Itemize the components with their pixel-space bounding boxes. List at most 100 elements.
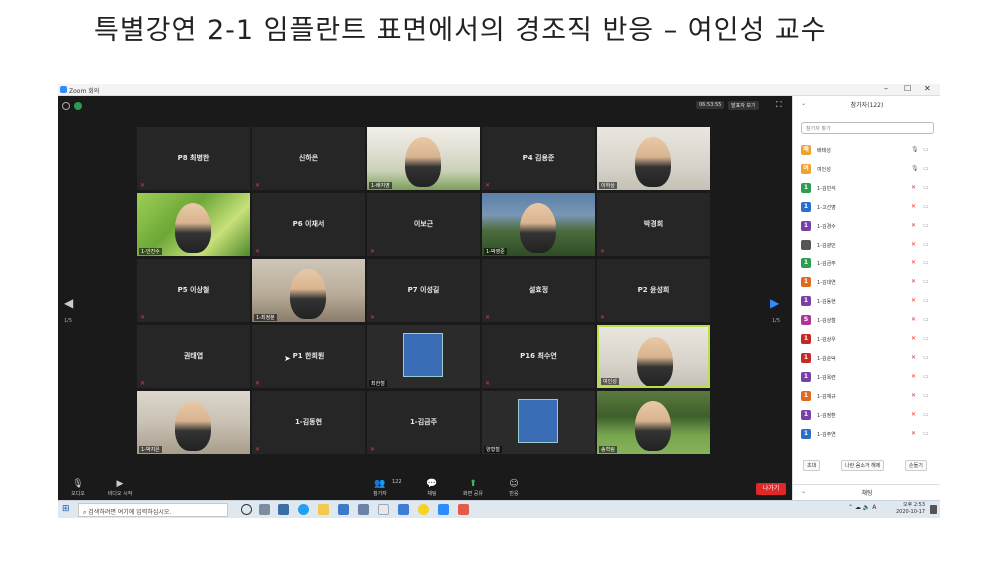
video-tile[interactable]: 여인성	[597, 325, 710, 388]
chat-button[interactable]: 💬 채팅	[414, 479, 450, 497]
raise-hand-button[interactable]: 손들기	[905, 460, 927, 471]
video-tile[interactable]: 설효정 ✕	[482, 259, 595, 322]
participant-row[interactable]: S 1-김상철 ✕ ▭	[801, 312, 933, 328]
muted-microphone-icon: ✕	[911, 372, 917, 380]
speaker-view-button[interactable]: 발표자 보기	[728, 101, 759, 110]
invite-button[interactable]: 초대	[803, 460, 821, 471]
minimize-icon[interactable]: –	[884, 84, 888, 93]
tile-video-label: 1-배지영	[369, 182, 392, 189]
tile-participant-name: P6 이재서	[292, 220, 325, 228]
microphone-icon: 🎙	[72, 479, 84, 489]
video-tile[interactable]: 권태엽 ✕	[137, 325, 250, 388]
tile-participant-name: P7 이성길	[407, 286, 440, 294]
participant-search-input[interactable]: 참가자 찾기	[801, 122, 934, 134]
participant-row[interactable]: 1 1-김재규 ✕ ▭	[801, 388, 933, 404]
video-button[interactable]: ▶ 비디오 시작	[102, 479, 138, 497]
participant-name: 1-김대연	[817, 280, 836, 287]
reactions-label: 반응	[509, 491, 519, 497]
fullscreen-icon[interactable]: ⛶	[776, 100, 782, 110]
zoom-logo-icon	[60, 86, 67, 93]
video-tile[interactable]: 송혁림	[597, 391, 710, 454]
reactions-icon: ☺	[509, 479, 519, 489]
app-icon-1[interactable]	[278, 504, 289, 515]
chrome-icon[interactable]	[378, 504, 389, 515]
leave-meeting-button[interactable]: 나가기	[756, 483, 786, 495]
participant-row[interactable]: 여 여인성 🎙 ▭	[801, 161, 933, 177]
participant-row[interactable]: 1 1-김주연 ✕ ▭	[801, 426, 933, 442]
system-tray[interactable]: ⌃ ☁ 🔈 A	[848, 504, 876, 511]
participants-count: 122	[392, 479, 402, 485]
notification-icon[interactable]	[930, 505, 937, 514]
participant-row[interactable]: 1 1-고선영 ✕ ▭	[801, 199, 933, 215]
video-tile[interactable]: 1-김동현 ✕	[252, 391, 365, 454]
prev-page-arrow-icon[interactable]: ◀	[64, 296, 73, 310]
video-tile[interactable]: 1-박지은	[137, 391, 250, 454]
participant-row[interactable]: 1 1-김옥련 ✕ ▭	[801, 369, 933, 385]
video-tile[interactable]: P7 이성길 ✕	[367, 259, 480, 322]
app-icon-4[interactable]	[458, 504, 469, 515]
participant-row[interactable]: 1 1-김순덕 ✕ ▭	[801, 350, 933, 366]
tile-video-label: 1-최정분	[254, 314, 277, 321]
audio-button[interactable]: 🎙 오디오	[60, 479, 96, 497]
video-tile[interactable]: 최한철	[367, 325, 480, 388]
task-view-icon[interactable]	[259, 504, 270, 515]
participant-avatar: 1	[801, 428, 811, 439]
video-tile[interactable]: 신하은 ✕	[252, 127, 365, 190]
video-tile[interactable]: 1-안진수	[137, 193, 250, 256]
taskbar-clock[interactable]: 오후 2:53 2020-10-17	[896, 502, 925, 516]
cortana-icon[interactable]	[241, 504, 252, 515]
muted-microphone-icon: ✕	[911, 335, 917, 342]
participant-row[interactable]: 1 1-김동현 ✕ ▭	[801, 293, 933, 309]
mute-all-button[interactable]: 나란 음소거 해제	[841, 460, 885, 471]
store-icon[interactable]	[338, 504, 349, 515]
tile-video-label: 최한철	[369, 380, 387, 387]
app-icon-2[interactable]	[358, 504, 369, 515]
video-tile[interactable]: 1-배지영	[367, 127, 480, 190]
share-screen-button[interactable]: ⬆ 화면 공유	[455, 479, 491, 497]
participant-row[interactable]: 1-김광민 ✕ ▭	[801, 237, 933, 253]
participant-row[interactable]: 1 1-김대연 ✕ ▭	[801, 274, 933, 290]
video-tile[interactable]: P8 최병한 ✕	[137, 127, 250, 190]
video-camera-icon: ▶	[116, 479, 124, 489]
file-explorer-icon[interactable]	[318, 504, 329, 515]
maximize-icon[interactable]: ☐	[904, 84, 911, 93]
tile-video-label: 이하상	[599, 182, 617, 189]
volume-icon: 🔈	[862, 504, 873, 511]
video-tile[interactable]: P16 최수연 ✕	[482, 325, 595, 388]
kakaotalk-icon[interactable]	[418, 504, 429, 515]
video-tile[interactable]: P5 이상철 ✕	[137, 259, 250, 322]
reactions-button[interactable]: ☺ 반응	[496, 479, 532, 497]
video-tile[interactable]: 1-김금주 ✕	[367, 391, 480, 454]
shield-icon[interactable]	[74, 102, 82, 110]
video-tile[interactable]: P2 윤성희 ✕	[597, 259, 710, 322]
participant-row[interactable]: 1 1-김경수 ✕ ▭	[801, 218, 933, 234]
participant-row[interactable]: 배 배태성 🎙 ▭	[801, 142, 933, 158]
video-tile[interactable]: 1-박영준	[482, 193, 595, 256]
video-tile[interactable]: P1 한희원 ✕	[252, 325, 365, 388]
info-icon[interactable]	[62, 102, 70, 110]
participant-row[interactable]: 1 1-김정환 ✕ ▭	[801, 407, 933, 423]
taskbar-search-input[interactable]: ⌕ 검색하려면 여기에 입력하십시오.	[78, 503, 228, 517]
next-page-arrow-icon[interactable]: ▶	[770, 296, 779, 310]
participant-video-person	[405, 137, 441, 187]
close-icon[interactable]: ✕	[924, 84, 931, 93]
zoom-taskbar-icon[interactable]	[438, 504, 449, 515]
video-tile[interactable]: P6 이재서 ✕	[252, 193, 365, 256]
video-tile[interactable]: 1-최정분	[252, 259, 365, 322]
tile-participant-name: P4 김용준	[522, 154, 555, 162]
video-tile[interactable]: 이하상	[597, 127, 710, 190]
participant-row[interactable]: 1 1-김금주 ✕ ▭	[801, 255, 933, 271]
video-tile[interactable]: 이보근 ✕	[367, 193, 480, 256]
video-tile[interactable]: P4 김용준 ✕	[482, 127, 595, 190]
participant-video-person	[290, 269, 326, 319]
edge-browser-icon[interactable]	[298, 504, 309, 515]
shared-photo-thumbnail	[518, 399, 558, 443]
app-icon-3[interactable]	[398, 504, 409, 515]
camera-status-icon: ▭	[923, 410, 929, 418]
video-tile[interactable]: 양형철	[482, 391, 595, 454]
windows-start-icon[interactable]: ⊞	[62, 504, 70, 514]
participant-row[interactable]: 1 1-김민석 ✕ ▭	[801, 180, 933, 196]
chat-section-header[interactable]: ⌄ 채팅	[793, 484, 940, 500]
participant-row[interactable]: 1 1-김상우 ✕ ▭	[801, 331, 933, 347]
video-tile[interactable]: 박경희 ✕	[597, 193, 710, 256]
